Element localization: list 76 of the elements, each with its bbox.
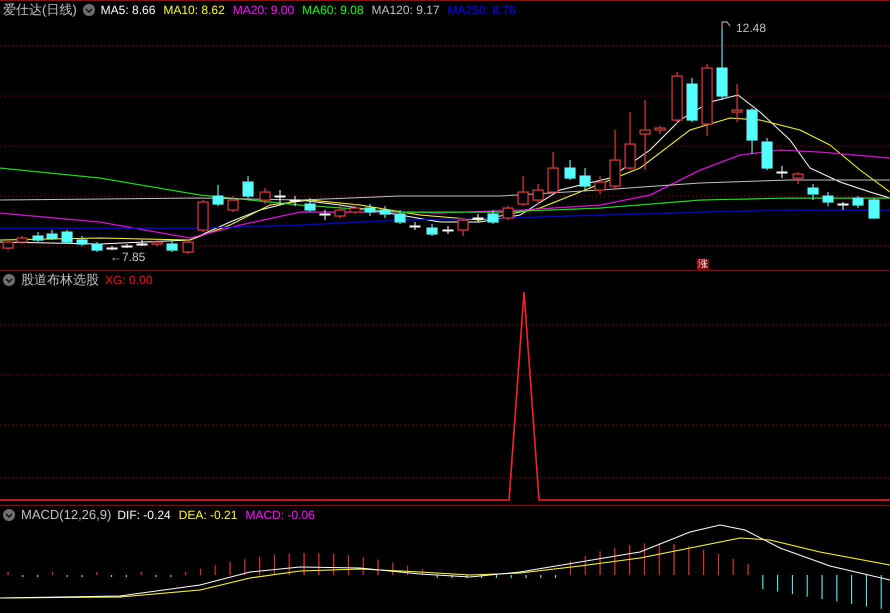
candlestick bbox=[488, 210, 498, 224]
candlestick bbox=[472, 214, 484, 222]
candlestick bbox=[822, 192, 834, 206]
candlestick bbox=[92, 242, 102, 252]
dropdown-icon[interactable] bbox=[3, 274, 15, 286]
candlestick bbox=[672, 72, 682, 124]
macd-legend: MACD: -0.06 bbox=[245, 508, 315, 522]
ma-legend: MA20: 9.00 bbox=[232, 2, 294, 16]
candlestick bbox=[152, 240, 162, 246]
ma-legend: MA5: 8.66 bbox=[100, 2, 156, 16]
candlestick bbox=[2, 240, 14, 250]
candlestick bbox=[686, 78, 698, 122]
candlestick bbox=[62, 230, 72, 244]
candlestick bbox=[242, 176, 254, 198]
ma-legend: MA250: 8.76 bbox=[448, 2, 516, 16]
high-price-label: 12.48 bbox=[736, 21, 766, 35]
candlestick bbox=[320, 210, 330, 220]
candlestick bbox=[518, 176, 528, 206]
indicator-title: 股道布林选股 bbox=[21, 270, 99, 288]
candlestick bbox=[260, 188, 270, 204]
macd-title: MACD(12,26,9) bbox=[21, 507, 112, 522]
candlestick bbox=[548, 152, 558, 194]
candlestick bbox=[640, 100, 650, 170]
candlestick bbox=[808, 184, 818, 200]
low-price-label: ←7.85 bbox=[110, 250, 146, 264]
candlestick bbox=[364, 204, 376, 216]
rise-badge: 涨 bbox=[697, 259, 709, 271]
candlestick bbox=[610, 130, 620, 190]
candlestick bbox=[458, 218, 468, 236]
candlestick bbox=[852, 196, 864, 208]
macd-legend: DIF: -0.24 bbox=[117, 508, 171, 522]
candlestick bbox=[594, 176, 606, 194]
candlestick bbox=[350, 204, 360, 214]
candlestick bbox=[762, 138, 772, 170]
ma-legend: MA120: 9.17 bbox=[372, 2, 440, 16]
candlestick bbox=[16, 236, 28, 244]
candlestick bbox=[746, 108, 758, 154]
candlestick bbox=[198, 200, 208, 232]
candlestick bbox=[304, 198, 316, 212]
candlestick bbox=[212, 184, 224, 206]
candlestick bbox=[654, 126, 666, 134]
candlestick bbox=[46, 230, 58, 240]
candlestick bbox=[792, 172, 804, 184]
candlestick bbox=[122, 244, 132, 248]
candlestick bbox=[410, 222, 420, 230]
candlestick bbox=[106, 246, 118, 250]
candlestick bbox=[32, 232, 44, 242]
dropdown-icon[interactable] bbox=[3, 508, 15, 520]
candlestick bbox=[394, 210, 406, 224]
flag-icon bbox=[722, 22, 730, 28]
candlestick bbox=[182, 240, 194, 254]
ma-legend: MA60: 9.08 bbox=[302, 2, 364, 16]
ma-legend: MA10: 8.62 bbox=[163, 2, 225, 16]
candlestick bbox=[776, 166, 788, 178]
dropdown-icon[interactable] bbox=[82, 4, 95, 16]
candlestick bbox=[868, 198, 880, 218]
candlestick bbox=[166, 240, 178, 252]
candlestick bbox=[426, 224, 438, 236]
candlestick bbox=[624, 112, 636, 170]
macd-legend: DEA: -0.21 bbox=[178, 508, 238, 522]
chart-title: 爱仕达(日线) bbox=[3, 1, 77, 18]
candlestick bbox=[136, 240, 148, 246]
candlestick bbox=[274, 190, 286, 204]
candlestick bbox=[334, 206, 346, 218]
candlestick bbox=[228, 196, 238, 212]
candlestick bbox=[564, 160, 576, 180]
candlestick bbox=[502, 206, 514, 220]
candlestick bbox=[442, 226, 454, 234]
candlestick bbox=[838, 202, 848, 210]
candlestick bbox=[76, 236, 88, 246]
candlestick bbox=[532, 184, 544, 204]
candlestick bbox=[580, 168, 590, 190]
candlestick bbox=[380, 206, 390, 218]
candlestick bbox=[732, 84, 742, 122]
candlestick bbox=[290, 196, 300, 206]
indicator-legend: XG: 0.00 bbox=[105, 272, 152, 286]
